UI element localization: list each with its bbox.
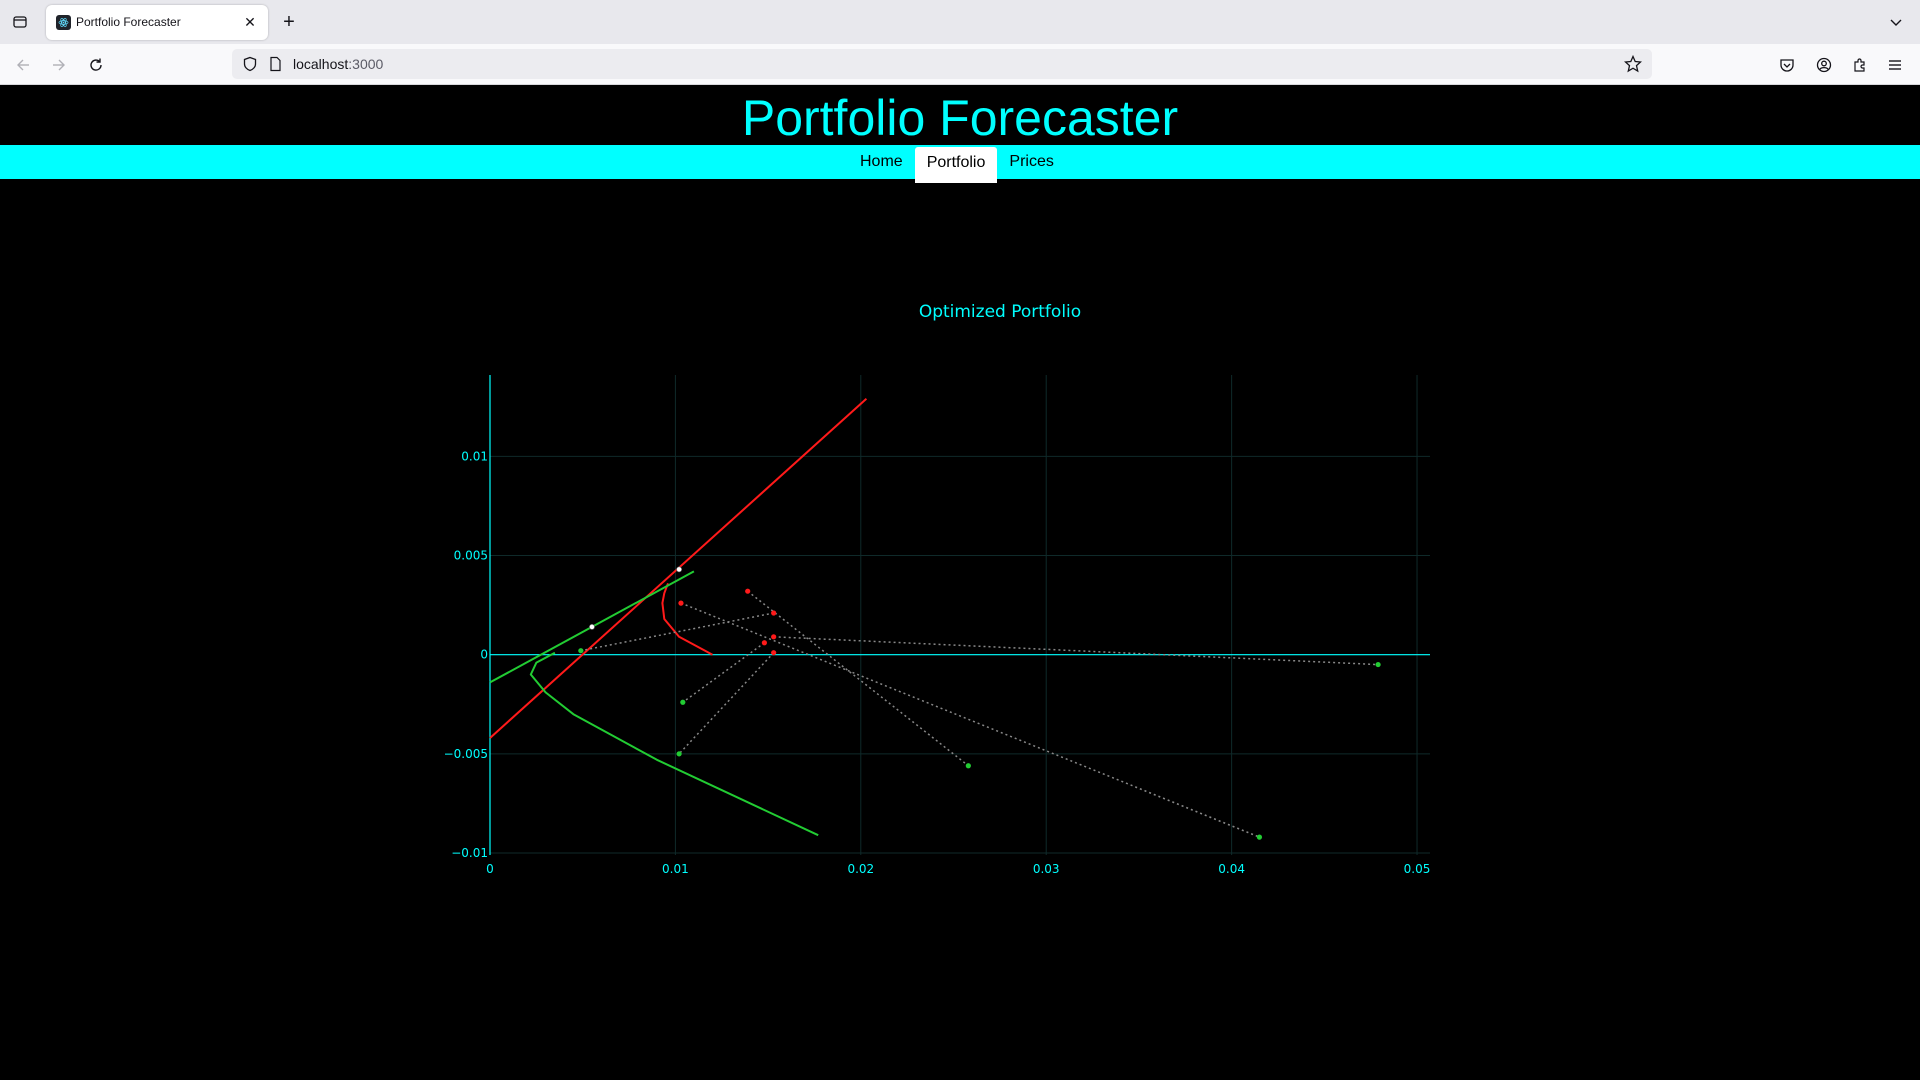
x-tick-label: 0.02 [847,862,874,876]
url-port: :3000 [348,56,384,72]
x-tick-label: 0.03 [1033,862,1060,876]
series-connector-dotted-line [580,612,774,652]
series-green-curve-line [529,651,819,837]
menu-item-home[interactable]: Home [848,145,915,179]
extensions-icon[interactable] [1847,52,1873,78]
new-tab-icon[interactable]: + [278,11,300,33]
data-point-red[interactable] [771,650,777,656]
menu-icon[interactable] [1882,52,1908,78]
data-point-green[interactable] [965,763,971,769]
tab-list-icon[interactable] [8,10,32,34]
data-point-green[interactable] [1256,834,1263,840]
data-point-highlight[interactable] [589,624,595,630]
url-bar[interactable]: localhost:3000 [232,49,1652,79]
menu-bar: Home Portfolio Prices [0,145,1920,183]
reload-icon[interactable] [83,52,109,78]
pocket-icon[interactable] [1774,52,1800,78]
series-connector-dotted-line [747,590,969,767]
y-tick-label: −0.01 [451,846,488,860]
x-tick-label: 0.05 [1404,862,1431,876]
x-tick-label: 0 [486,862,494,876]
x-tick-label: 0.04 [1218,862,1245,876]
data-point-green[interactable] [680,699,686,705]
series-connector-dotted-line [678,652,775,755]
back-icon[interactable] [10,52,36,78]
page-icon [267,56,283,77]
series-connector-dotted-line [773,636,1379,666]
url-host: localhost [293,56,349,72]
data-point-red[interactable] [771,634,777,640]
tab-title: Portfolio Forecaster [76,15,181,29]
series-red-curve-line [661,582,713,656]
account-icon[interactable] [1811,52,1837,78]
bookmark-star-icon[interactable] [1623,54,1643,78]
series-connector-dotted-line [682,642,765,703]
chart-title: Optimized Portfolio [919,302,1081,322]
app-root: Portfolio Forecaster Home Portfolio Prices… [0,85,1920,1080]
y-tick-label: −0.005 [444,747,488,761]
react-favicon-icon [56,15,71,30]
data-point-green[interactable] [676,751,682,757]
navigation-bar: localhost:3000 [0,44,1920,85]
data-point-red[interactable] [761,640,767,646]
portfolio-chart: Optimized Portfolio 0 0.01 0.02 0.03 0.04 0.05… [444,302,1431,876]
chevron-down-icon[interactable] [1884,10,1908,34]
url-text[interactable]: localhost:3000 [293,56,383,72]
browser-chrome: Portfolio Forecaster ✕ + localhost:3000 [0,0,1920,85]
data-point-red[interactable] [745,588,751,594]
menu-items: Home Portfolio Prices [848,145,1066,183]
browser-tab[interactable]: Portfolio Forecaster ✕ [46,5,268,40]
data-point-red[interactable] [678,600,684,606]
x-tick-label: 0.01 [662,862,689,876]
data-point-green[interactable] [578,648,584,654]
data-point-green[interactable] [1375,661,1381,668]
y-tick-label: 0.01 [461,449,488,463]
data-point-red[interactable] [771,610,777,616]
menu-item-portfolio[interactable]: Portfolio [914,147,998,183]
tab-bar: Portfolio Forecaster ✕ + [0,0,1920,44]
close-tab-icon[interactable]: ✕ [240,12,260,32]
series-connector-dotted-line [680,602,1260,838]
data-point-highlight[interactable] [676,566,683,573]
y-tick-label: 0.005 [454,548,488,562]
y-tick-label: 0 [480,648,488,662]
menu-item-prices[interactable]: Prices [997,145,1065,179]
forward-icon[interactable] [46,52,72,78]
page-title: Portfolio Forecaster [741,90,1179,146]
shield-icon[interactable] [242,56,258,77]
